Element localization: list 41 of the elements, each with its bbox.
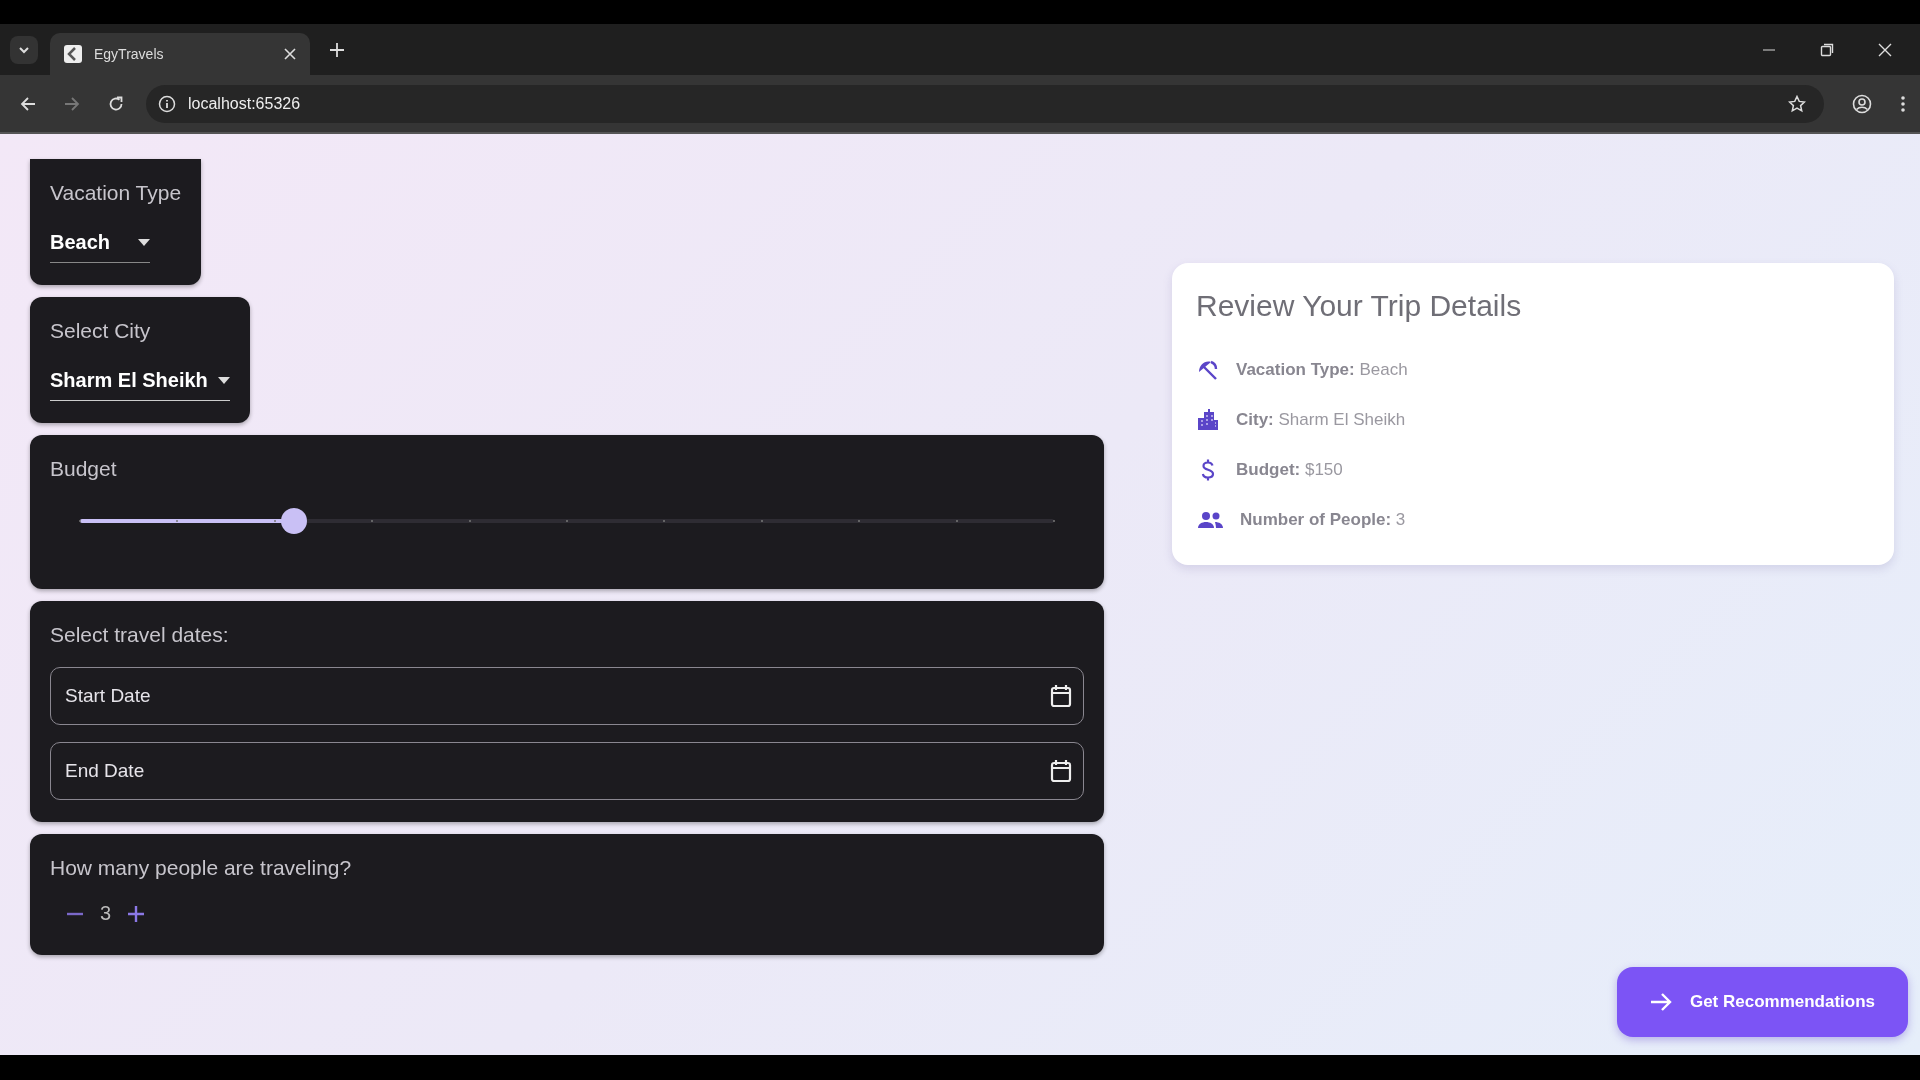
get-recommendations-button[interactable]: Get Recommendations — [1617, 967, 1908, 1037]
budget-slider[interactable] — [80, 509, 1054, 533]
field-label: Select travel dates: — [50, 623, 230, 647]
review-detail: Vacation Type: Beach — [1236, 360, 1408, 380]
calendar-icon[interactable] — [1050, 759, 1072, 783]
field-label: Budget — [50, 457, 118, 481]
profile-icon[interactable] — [1852, 93, 1872, 114]
calendar-icon[interactable] — [1050, 684, 1072, 708]
back-icon[interactable] — [20, 95, 36, 112]
browser-tab[interactable]: EgyTravels — [50, 33, 310, 75]
star-icon[interactable] — [1788, 94, 1806, 113]
caret-icon — [138, 239, 151, 246]
forward-icon[interactable] — [64, 95, 80, 112]
address-field[interactable]: localhost:65326 — [146, 84, 1824, 123]
tab-search-button[interactable] — [10, 35, 38, 64]
vacation-type-dropdown[interactable]: Beach — [50, 231, 151, 263]
field-label: Select City — [50, 319, 152, 343]
plus-icon[interactable] — [127, 904, 146, 923]
people-count: 3 — [100, 902, 112, 925]
review-detail: Budget: $150 — [1236, 460, 1343, 480]
tab-title: EgyTravels — [94, 46, 165, 62]
city-dropdown[interactable]: Sharm El Sheikh — [50, 369, 230, 401]
slider-thumb[interactable] — [281, 508, 308, 534]
reload-icon[interactable] — [108, 95, 124, 112]
new-tab-icon[interactable] — [330, 42, 344, 57]
info-icon — [158, 94, 176, 113]
review-detail: City: Sharm El Sheikh — [1236, 410, 1406, 430]
review-title: Review Your Trip Details — [1196, 289, 1523, 323]
field-label: How many people are traveling? — [50, 856, 353, 880]
close-icon[interactable] — [1878, 42, 1892, 57]
date-field[interactable]: End Date — [50, 742, 1084, 800]
menu-icon[interactable] — [1900, 94, 1906, 113]
date-field[interactable]: Start Date — [50, 667, 1084, 725]
close-tab-icon[interactable] — [284, 48, 296, 60]
restore-icon[interactable] — [1820, 42, 1834, 57]
buildings-icon — [1196, 408, 1220, 432]
review-detail: Number of People: 3 — [1240, 510, 1406, 530]
app-logo-icon — [64, 45, 82, 63]
caret-icon — [217, 377, 230, 384]
field-label: Vacation Type — [50, 181, 182, 205]
arrow-right-icon — [1649, 993, 1672, 1011]
